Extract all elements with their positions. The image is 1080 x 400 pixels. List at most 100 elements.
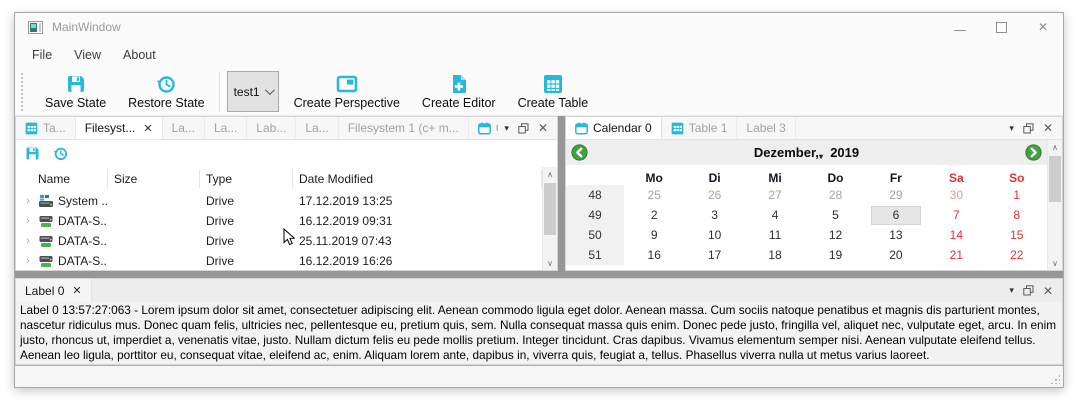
day-cell[interactable]: 19: [805, 245, 865, 265]
table-row[interactable]: › DATA-S... Drive 25.11.2019 07:43: [16, 231, 542, 251]
scroll-up-icon[interactable]: ∧: [1048, 140, 1062, 154]
save-state-button[interactable]: Save State: [34, 72, 117, 112]
close-dock-icon[interactable]: ✕: [538, 121, 548, 135]
float-dock-icon[interactable]: [518, 123, 529, 134]
tab-calendar-0[interactable]: Calendar 0: [566, 117, 662, 139]
expand-chevron-icon[interactable]: ›: [22, 235, 34, 247]
day-cell[interactable]: 8: [987, 205, 1047, 225]
week-number: 49: [566, 205, 624, 225]
year-label[interactable]: 2019: [830, 145, 859, 160]
day-cell[interactable]: 18: [745, 245, 805, 265]
file-type: Drive: [200, 234, 293, 248]
scroll-thumb[interactable]: [1049, 156, 1061, 202]
restore-icon[interactable]: [53, 146, 68, 161]
day-cell[interactable]: 17: [684, 245, 744, 265]
table-row[interactable]: › DATA-S... Drive 16.12.2019 09:31: [16, 211, 542, 231]
previous-month-button[interactable]: [571, 144, 588, 161]
day-cell[interactable]: 14: [926, 225, 986, 245]
menu-file[interactable]: File: [21, 44, 63, 66]
day-cell[interactable]: 3: [684, 205, 744, 225]
tab-label-0[interactable]: Label 0 ✕: [16, 279, 92, 302]
calendar-panel: Calendar 0 Table 1 Label 3 ▾ ✕: [565, 116, 1063, 271]
expand-chevron-icon[interactable]: ›: [22, 255, 34, 267]
tab-calendar[interactable]: Calend...: [469, 117, 499, 139]
day-cell[interactable]: 9: [624, 225, 684, 245]
statusbar: [15, 365, 1063, 387]
day-cell[interactable]: 16: [624, 245, 684, 265]
day-cell[interactable]: 27: [745, 185, 805, 205]
day-cell[interactable]: 20: [866, 245, 926, 265]
day-cell[interactable]: 2: [624, 205, 684, 225]
create-perspective-button[interactable]: Create Perspective: [283, 72, 411, 112]
day-cell[interactable]: 29: [866, 185, 926, 205]
float-dock-icon[interactable]: [1023, 285, 1034, 296]
day-cell[interactable]: 12: [805, 225, 865, 245]
expand-chevron-icon[interactable]: ›: [22, 215, 34, 227]
create-table-button[interactable]: Create Table: [507, 72, 600, 112]
resize-grip-icon[interactable]: [1050, 374, 1060, 384]
minimize-button[interactable]: [954, 24, 966, 31]
day-cell[interactable]: 26: [684, 185, 744, 205]
horizontal-splitter[interactable]: [15, 271, 1063, 278]
day-cell[interactable]: 10: [684, 225, 744, 245]
month-year-title[interactable]: Dezember,▾ 2019: [588, 145, 1025, 161]
scroll-thumb[interactable]: [544, 183, 556, 235]
vertical-splitter[interactable]: [558, 116, 565, 271]
column-date-modified[interactable]: Date Modified: [293, 170, 542, 188]
scroll-up-icon[interactable]: ∧: [543, 167, 557, 181]
day-cell[interactable]: 30: [926, 185, 986, 205]
restore-state-button[interactable]: Restore State: [117, 72, 215, 112]
day-cell[interactable]: 1: [987, 185, 1047, 205]
column-size[interactable]: Size: [108, 170, 200, 188]
table-row[interactable]: › DATA-S... Drive 16.12.2019 16:26: [16, 251, 542, 271]
next-month-button[interactable]: [1025, 144, 1042, 161]
file-type: Drive: [200, 194, 293, 208]
tab-label-1[interactable]: La...: [163, 117, 205, 139]
tab-label-3[interactable]: Label 3: [737, 117, 795, 139]
column-name[interactable]: Name: [16, 170, 108, 188]
scroll-down-icon[interactable]: ∨: [1048, 256, 1062, 270]
vertical-scrollbar[interactable]: ∧ ∨: [1047, 140, 1062, 270]
day-cell[interactable]: 5: [805, 205, 865, 225]
tab-list-dropdown-icon[interactable]: ▾: [1009, 123, 1014, 134]
tab-list-dropdown-icon[interactable]: ▾: [1009, 285, 1014, 296]
tab-label-3[interactable]: Lab...: [247, 117, 296, 139]
close-dock-icon[interactable]: ✕: [1043, 284, 1053, 298]
day-cell[interactable]: 28: [805, 185, 865, 205]
day-cell[interactable]: 11: [745, 225, 805, 245]
day-cell[interactable]: 4: [745, 205, 805, 225]
column-type[interactable]: Type: [200, 170, 293, 188]
scroll-down-icon[interactable]: ∨: [543, 256, 557, 270]
create-editor-button[interactable]: Create Editor: [411, 72, 507, 112]
day-cell[interactable]: 13: [866, 225, 926, 245]
day-cell[interactable]: 7: [926, 205, 986, 225]
day-cell[interactable]: 21: [926, 245, 986, 265]
expand-chevron-icon[interactable]: ›: [22, 195, 34, 207]
day-cell[interactable]: 25: [624, 185, 684, 205]
maximize-button[interactable]: [996, 22, 1007, 33]
tab-list-dropdown-icon[interactable]: ▾: [504, 123, 509, 134]
float-dock-icon[interactable]: [1023, 123, 1034, 134]
menu-view[interactable]: View: [63, 44, 112, 66]
close-icon[interactable]: ✕: [143, 122, 152, 135]
tab-label-4[interactable]: La...: [296, 117, 338, 139]
close-dock-icon[interactable]: ✕: [1043, 121, 1053, 135]
tab-filesystem-active[interactable]: Filesyst... ✕: [76, 117, 163, 139]
menu-about[interactable]: About: [112, 44, 167, 66]
day-cell[interactable]: 22: [987, 245, 1047, 265]
tab-table-1[interactable]: Table 1: [662, 117, 738, 139]
create-table-label: Create Table: [518, 96, 589, 110]
vertical-scrollbar[interactable]: ∧ ∨: [542, 167, 557, 270]
day-cell-selected[interactable]: 6: [866, 205, 926, 225]
tab-table[interactable]: Ta...: [16, 117, 76, 139]
perspective-select[interactable]: test1: [227, 71, 279, 112]
tab-filesystem-1[interactable]: Filesystem 1 (c+ m...: [339, 117, 469, 139]
tab-label-2[interactable]: La...: [205, 117, 247, 139]
table-row[interactable]: › System ... Drive 17.12.2019 13:25: [16, 191, 542, 211]
day-cell[interactable]: 15: [987, 225, 1047, 245]
save-icon[interactable]: [25, 146, 40, 161]
close-icon[interactable]: ✕: [72, 284, 81, 297]
month-label[interactable]: Dezember,: [754, 145, 819, 160]
toolbar-drag-handle[interactable]: [21, 73, 28, 111]
close-button[interactable]: ✕: [1037, 21, 1049, 33]
